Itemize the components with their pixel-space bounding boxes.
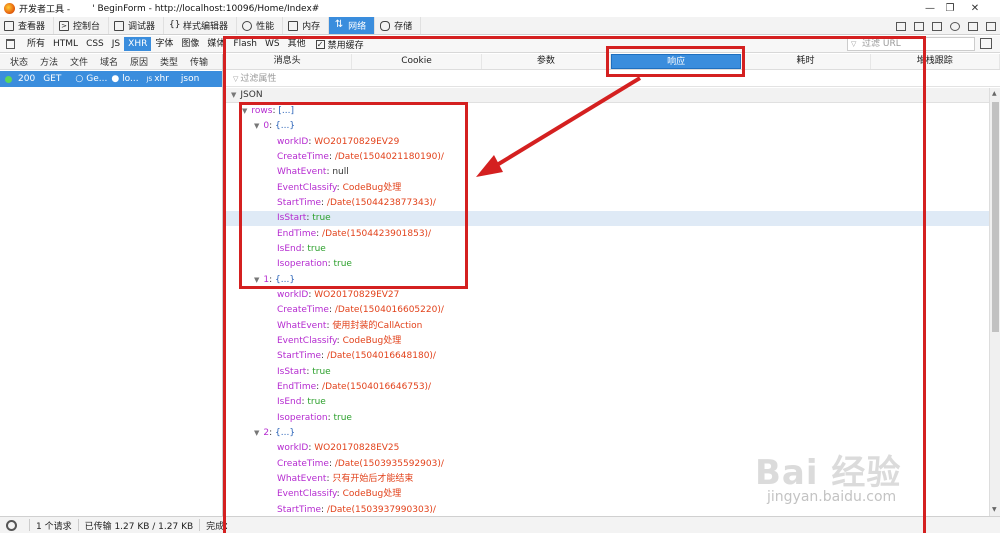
arrow-shaft [490, 76, 642, 170]
watermark-logo: Bai 经验 [755, 453, 902, 493]
baidu-watermark: Bai 经验 jingyan.baidu.com [755, 445, 975, 515]
watermark-url: jingyan.baidu.com [767, 489, 897, 505]
arrow-head [476, 155, 503, 177]
